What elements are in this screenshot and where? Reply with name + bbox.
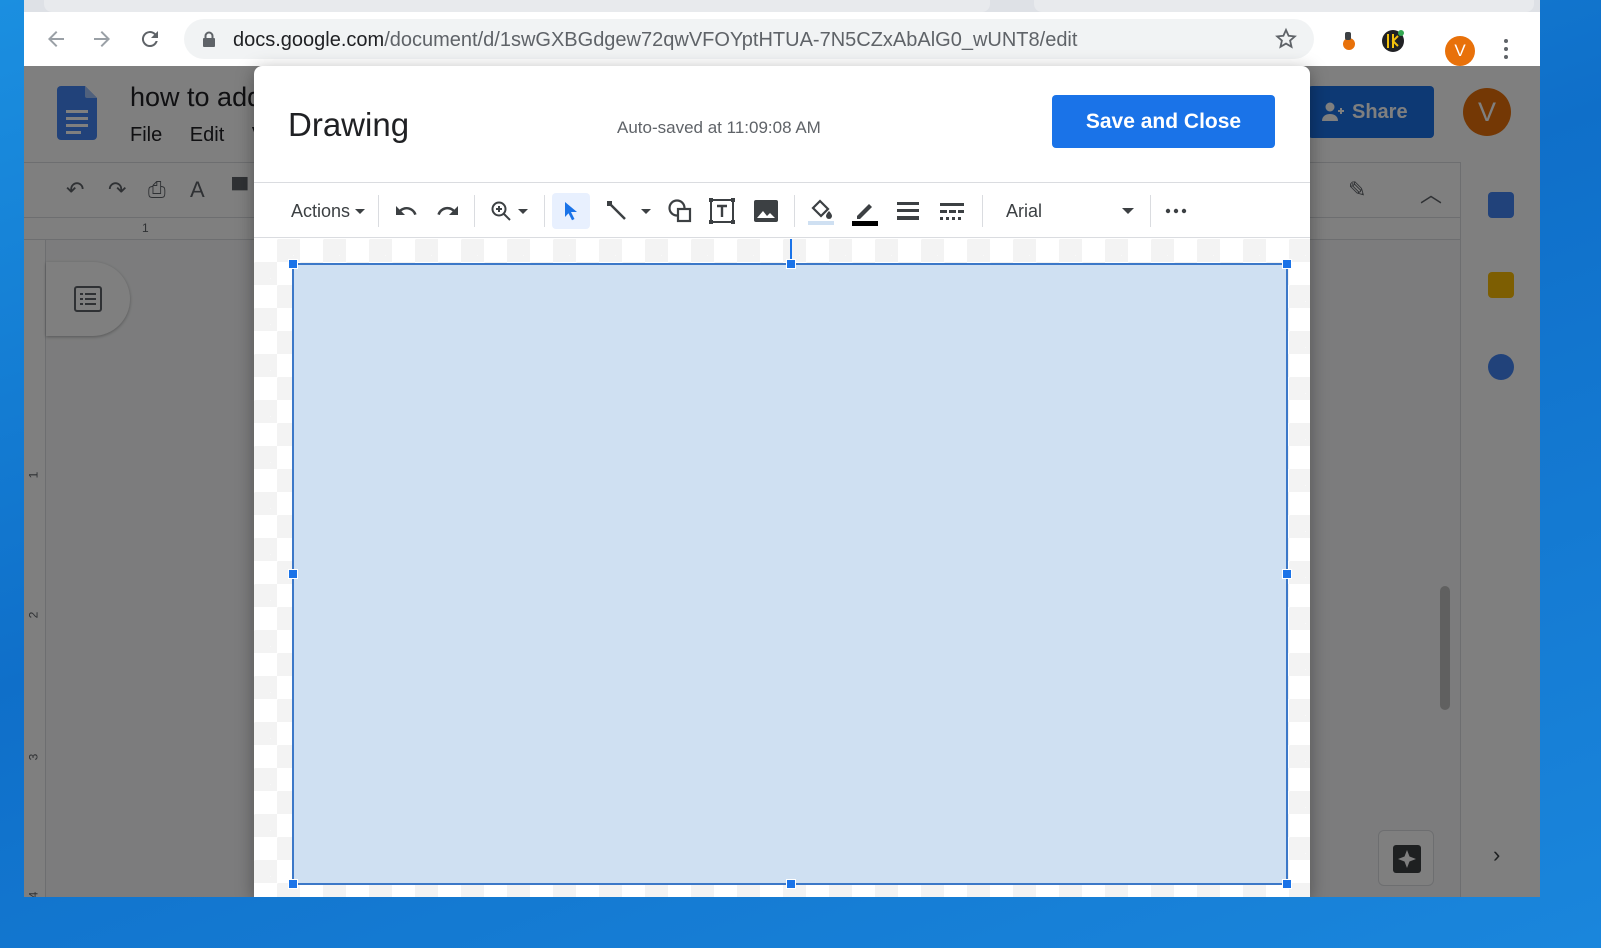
resize-handle-left[interactable] xyxy=(288,569,298,579)
browser-tab-active[interactable] xyxy=(44,0,990,12)
text-box-icon[interactable] xyxy=(704,193,740,229)
bookmark-star-icon[interactable] xyxy=(1274,27,1298,57)
font-select[interactable]: Arial xyxy=(996,193,1140,229)
selected-rectangle-shape[interactable] xyxy=(292,263,1288,885)
drawing-toolbar: Actions Arial xyxy=(254,182,1310,238)
chevron-down-icon xyxy=(517,208,528,214)
chevron-down-icon xyxy=(1122,208,1134,214)
browser-profile-avatar[interactable]: V xyxy=(1445,36,1475,66)
toolbar-divider xyxy=(378,195,379,227)
extension-globe-icon[interactable] xyxy=(1380,28,1406,54)
back-icon[interactable] xyxy=(44,27,68,51)
forward-icon[interactable] xyxy=(90,27,114,51)
border-weight-icon[interactable] xyxy=(890,193,926,229)
browser-tab[interactable] xyxy=(1034,0,1534,12)
redo-icon[interactable] xyxy=(430,193,466,229)
image-icon[interactable] xyxy=(748,193,784,229)
select-tool-icon[interactable] xyxy=(552,193,590,229)
resize-handle-right[interactable] xyxy=(1282,569,1292,579)
url-host: docs.google.com xyxy=(233,29,385,51)
resize-handle-bottom-right[interactable] xyxy=(1282,879,1292,889)
border-color-icon[interactable] xyxy=(846,193,884,229)
zoom-icon xyxy=(491,201,511,221)
shape-tool-icon[interactable] xyxy=(662,193,698,229)
reload-icon[interactable] xyxy=(138,27,162,51)
toolbar-divider xyxy=(474,195,475,227)
border-dash-icon[interactable] xyxy=(934,193,970,229)
resize-handle-bottom-left[interactable] xyxy=(288,879,298,889)
url-text: docs.google.com/document/d/1swGXBGdgew72… xyxy=(233,29,1077,52)
browser-toolbar: docs.google.com/document/d/1swGXBGdgew72… xyxy=(24,12,1540,66)
line-icon xyxy=(607,201,626,220)
dialog-title: Drawing xyxy=(288,106,410,143)
save-and-close-button[interactable]: Save and Close xyxy=(1052,95,1275,148)
toolbar-divider xyxy=(982,195,983,227)
browser-window: docs.google.com/document/d/1swGXBGdgew72… xyxy=(24,0,1540,897)
browser-menu-icon[interactable] xyxy=(1502,36,1510,64)
zoom-menu[interactable] xyxy=(484,193,532,229)
actions-label: Actions xyxy=(290,200,351,221)
address-bar[interactable]: docs.google.com/document/d/1swGXBGdgew72… xyxy=(184,19,1314,59)
font-label: Arial xyxy=(1006,200,1043,221)
more-options-icon[interactable] xyxy=(1160,193,1192,229)
actions-menu[interactable]: Actions xyxy=(288,193,368,229)
fill-color-icon[interactable] xyxy=(802,193,840,229)
drawing-canvas[interactable] xyxy=(254,239,1310,897)
extension-icon[interactable] xyxy=(1336,28,1362,54)
resize-handle-top[interactable] xyxy=(786,259,796,269)
autosave-status: Auto-saved at 11:09:08 AM xyxy=(617,118,821,137)
lock-icon xyxy=(203,31,215,47)
chevron-down-icon xyxy=(355,208,366,214)
resize-handle-bottom[interactable] xyxy=(786,879,796,889)
toolbar-divider xyxy=(794,195,795,227)
tab-strip xyxy=(24,0,1540,12)
drawing-dialog: Drawing Auto-saved at 11:09:08 AM Save a… xyxy=(254,66,1310,897)
toolbar-divider xyxy=(544,195,545,227)
undo-icon[interactable] xyxy=(388,193,424,229)
chevron-down-icon xyxy=(641,208,651,214)
line-tool-menu[interactable] xyxy=(598,193,658,229)
resize-handle-top-right[interactable] xyxy=(1282,259,1292,269)
url-path: /document/d/1swGXBGdgew72qwVFOYptHTUA-7N… xyxy=(384,29,1078,51)
resize-handle-top-left[interactable] xyxy=(288,259,298,269)
toolbar-divider xyxy=(1150,195,1151,227)
